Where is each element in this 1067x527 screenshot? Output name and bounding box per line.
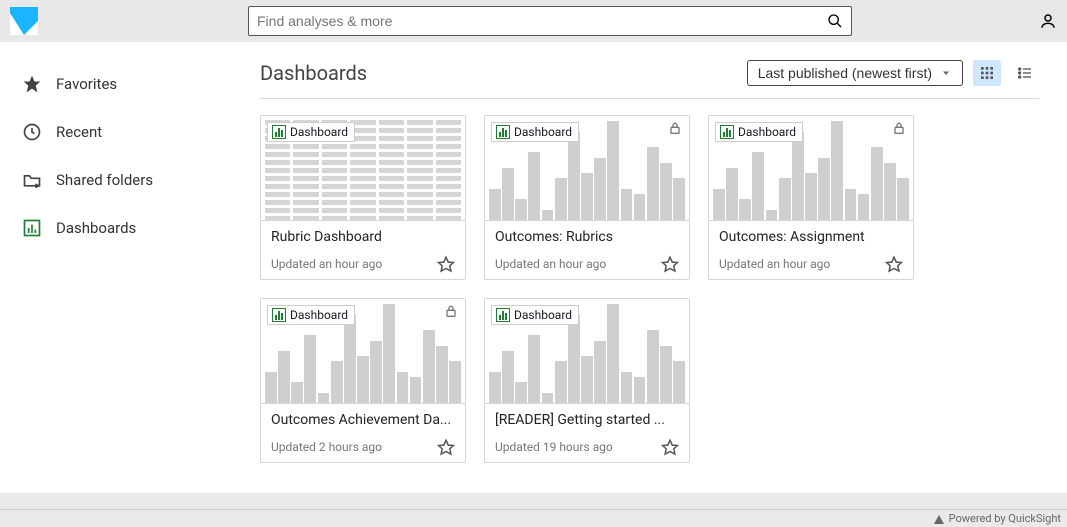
card-title: [READER] Getting started ... (495, 412, 679, 428)
sidebar-item-label: Dashboards (56, 219, 136, 237)
sidebar-item-label: Favorites (56, 75, 117, 93)
card-updated: Updated an hour ago (271, 257, 382, 271)
footer-text: Powered by QuickSight (949, 512, 1061, 525)
card-updated: Updated an hour ago (495, 257, 606, 271)
quicksight-logo-icon (933, 513, 945, 525)
card-updated: Updated 2 hours ago (271, 440, 382, 454)
dashboard-badge: Dashboard (715, 122, 803, 142)
search-icon[interactable] (827, 13, 843, 29)
lock-icon (891, 120, 907, 136)
search-box[interactable] (248, 6, 852, 36)
lock-icon (667, 120, 683, 136)
list-view-button[interactable] (1011, 60, 1039, 86)
top-bar (0, 0, 1067, 42)
card-updated: Updated an hour ago (719, 257, 830, 271)
favorite-star-button[interactable] (885, 255, 903, 273)
card-title: Rubric Dashboard (271, 229, 455, 245)
dashboard-icon (22, 218, 42, 238)
sidebar-item-label: Recent (56, 123, 102, 141)
star-icon (22, 74, 42, 94)
dashboard-card[interactable]: Dashboard [READER] Getting started ... Upd… (484, 298, 690, 463)
sort-label: Last published (newest first) (758, 65, 932, 81)
card-title: Outcomes: Rubrics (495, 229, 679, 245)
sidebar-item-label: Shared folders (56, 171, 153, 189)
card-title: Outcomes Achievement Da... (271, 412, 455, 428)
badge-label: Dashboard (290, 308, 348, 322)
card-thumbnail: Dashboard (485, 116, 689, 221)
clock-icon (22, 122, 42, 142)
sidebar-item-favorites[interactable]: Favorites (12, 62, 250, 106)
search-input[interactable] (257, 13, 827, 29)
card-title: Outcomes: Assignment (719, 229, 903, 245)
grid-view-button[interactable] (973, 60, 1001, 86)
dashboard-card[interactable]: Dashboard Rubric Dashboard Updated an hour… (260, 115, 466, 280)
sidebar: Favorites Recent Shared folders Dashboar… (0, 42, 250, 493)
favorite-star-button[interactable] (437, 438, 455, 456)
lock-icon (443, 303, 459, 319)
card-thumbnail: Dashboard (485, 299, 689, 404)
dashboard-badge: Dashboard (491, 305, 579, 325)
page-title: Dashboards (260, 61, 367, 85)
chevron-down-icon (940, 67, 952, 79)
favorite-star-button[interactable] (661, 438, 679, 456)
sort-dropdown[interactable]: Last published (newest first) (747, 60, 963, 86)
user-icon[interactable] (1039, 12, 1057, 30)
badge-label: Dashboard (738, 125, 796, 139)
shared-folder-icon (22, 170, 42, 190)
badge-label: Dashboard (514, 125, 572, 139)
dashboard-badge: Dashboard (267, 122, 355, 142)
footer: Powered by QuickSight (0, 509, 1067, 527)
sidebar-item-recent[interactable]: Recent (12, 110, 250, 154)
favorite-star-button[interactable] (437, 255, 455, 273)
badge-label: Dashboard (290, 125, 348, 139)
content: Dashboards Last published (newest first)… (250, 42, 1067, 493)
cards-grid: Dashboard Rubric Dashboard Updated an hour… (260, 109, 1039, 463)
dashboard-card[interactable]: Dashboard Outcomes: Rubrics Updated an hou… (484, 115, 690, 280)
sidebar-item-dashboards[interactable]: Dashboards (12, 206, 250, 250)
card-updated: Updated 19 hours ago (495, 440, 613, 454)
badge-label: Dashboard (514, 308, 572, 322)
card-thumbnail: Dashboard (261, 116, 465, 221)
dashboard-badge: Dashboard (267, 305, 355, 325)
dashboard-badge: Dashboard (491, 122, 579, 142)
favorite-star-button[interactable] (661, 255, 679, 273)
dashboard-card[interactable]: Dashboard Outcomes Achievement Da... Updat… (260, 298, 466, 463)
sidebar-item-shared-folders[interactable]: Shared folders (12, 158, 250, 202)
card-thumbnail: Dashboard (261, 299, 465, 404)
app-logo (10, 7, 38, 35)
card-thumbnail: Dashboard (709, 116, 913, 221)
dashboard-card[interactable]: Dashboard Outcomes: Assignment Updated an … (708, 115, 914, 280)
